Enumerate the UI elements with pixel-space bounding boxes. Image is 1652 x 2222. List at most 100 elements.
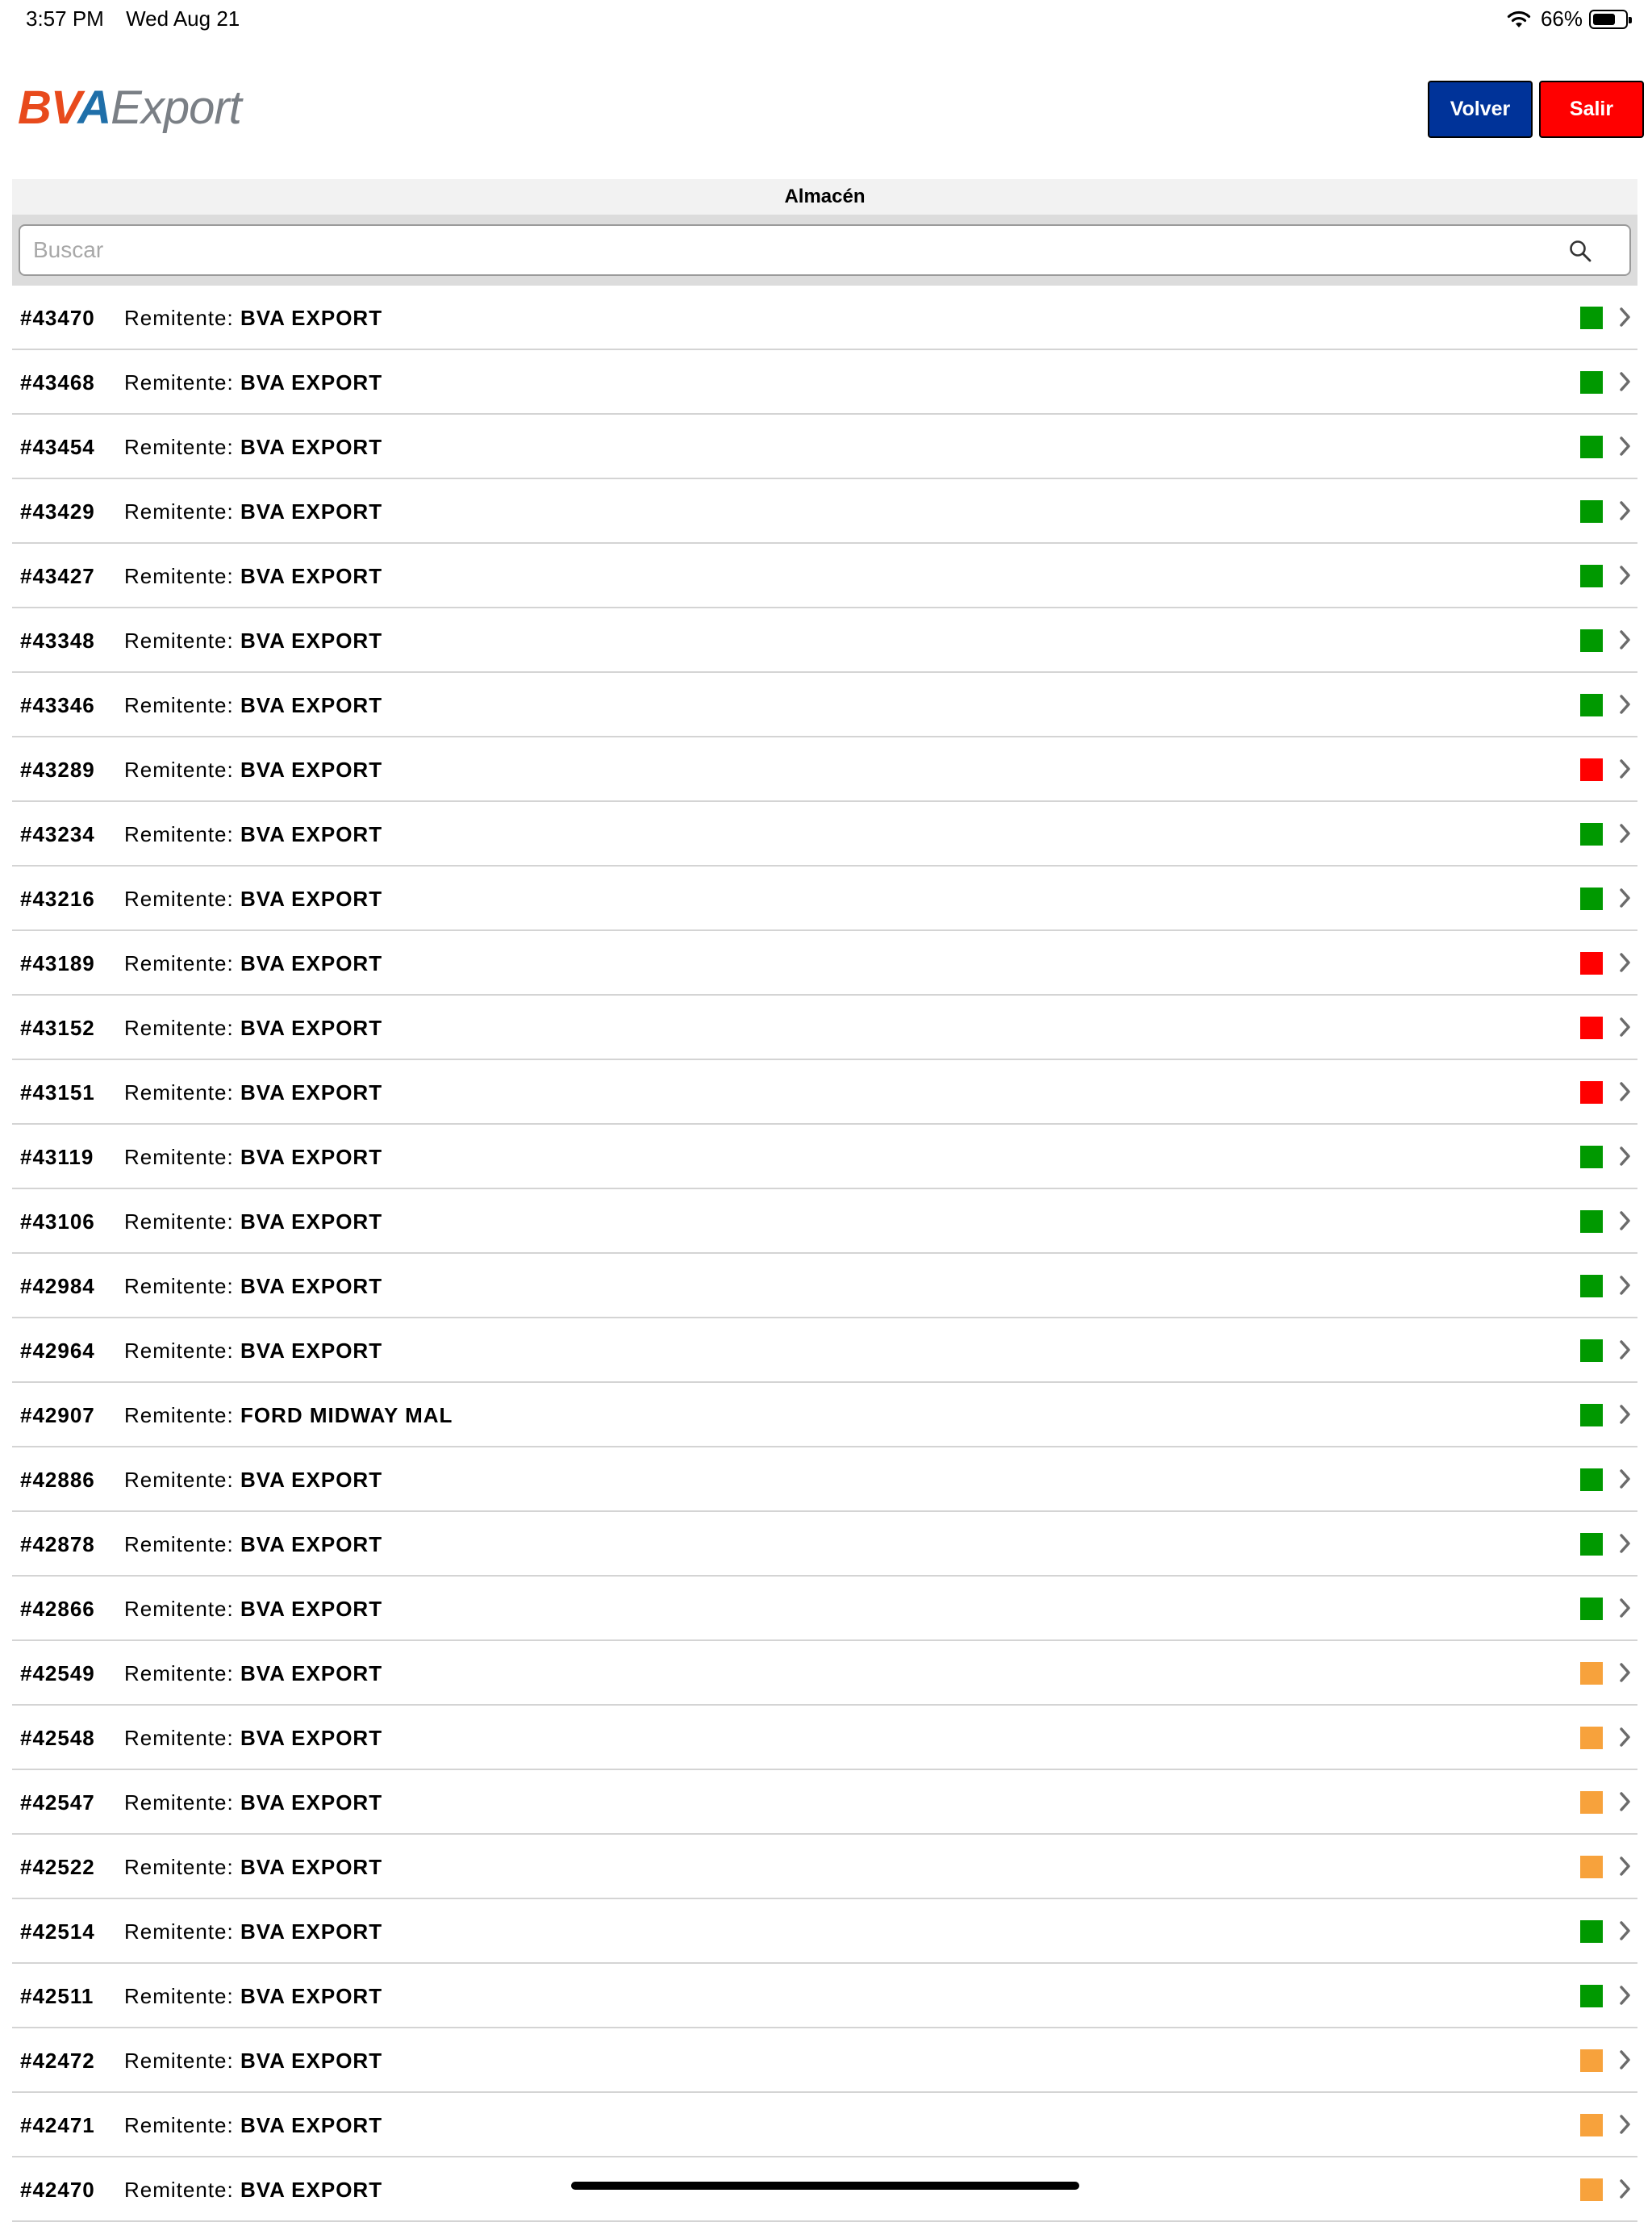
- sender-line: Remitente: BVA EXPORT: [124, 286, 382, 350]
- chevron-right-icon: [1620, 2179, 1630, 2199]
- list-item[interactable]: #42514 Remitente: BVA EXPORT: [12, 1899, 1637, 1964]
- list-item[interactable]: #43189 Remitente: BVA EXPORT: [12, 931, 1637, 996]
- status-indicator: [1580, 565, 1603, 587]
- item-id: #43429: [20, 499, 95, 524]
- item-id: #43289: [20, 758, 95, 782]
- list-item[interactable]: #42511 Remitente: BVA EXPORT: [12, 1964, 1637, 2028]
- sender-label: Remitente:: [124, 1661, 240, 1685]
- list-item[interactable]: #42878 Remitente: BVA EXPORT: [12, 1512, 1637, 1577]
- sender-line: Remitente: BVA EXPORT: [124, 350, 382, 415]
- status-indicator: [1580, 1339, 1603, 1362]
- status-indicator: [1580, 1598, 1603, 1620]
- sender-line: Remitente: BVA EXPORT: [124, 867, 382, 931]
- list-item[interactable]: #42886 Remitente: BVA EXPORT: [12, 1447, 1637, 1512]
- sender-line: Remitente: BVA EXPORT: [124, 1770, 382, 1835]
- list-item[interactable]: #43119 Remitente: BVA EXPORT: [12, 1125, 1637, 1189]
- sender-name: BVA EXPORT: [240, 758, 383, 782]
- status-indicator: [1580, 436, 1603, 458]
- list-item[interactable]: #42866 Remitente: BVA EXPORT: [12, 1577, 1637, 1641]
- chevron-right-icon: [1620, 630, 1630, 649]
- home-indicator[interactable]: [571, 2182, 1079, 2190]
- list-item[interactable]: #42964 Remitente: BVA EXPORT: [12, 1318, 1637, 1383]
- list-item[interactable]: #42470 Remitente: BVA EXPORT: [12, 2157, 1637, 2222]
- chevron-right-icon: [1620, 307, 1630, 327]
- item-id: #43427: [20, 564, 95, 588]
- list-item[interactable]: #42549 Remitente: BVA EXPORT: [12, 1641, 1637, 1706]
- sender-line: Remitente: BVA EXPORT: [124, 1706, 382, 1770]
- item-id: #42470: [20, 2178, 95, 2202]
- list-item[interactable]: #42522 Remitente: BVA EXPORT: [12, 1835, 1637, 1899]
- sender-name: BVA EXPORT: [240, 2049, 383, 2073]
- sender-label: Remitente:: [124, 435, 240, 459]
- list-item[interactable]: #43454 Remitente: BVA EXPORT: [12, 415, 1637, 479]
- list-item[interactable]: #43234 Remitente: BVA EXPORT: [12, 802, 1637, 867]
- list-item[interactable]: #42984 Remitente: BVA EXPORT: [12, 1254, 1637, 1318]
- list-item[interactable]: #42472 Remitente: BVA EXPORT: [12, 2028, 1637, 2093]
- status-indicator: [1580, 1404, 1603, 1426]
- list-item[interactable]: #43348 Remitente: BVA EXPORT: [12, 608, 1637, 673]
- list-item[interactable]: #43470 Remitente: BVA EXPORT: [12, 286, 1637, 350]
- sender-label: Remitente:: [124, 1209, 240, 1234]
- list-item[interactable]: #43152 Remitente: BVA EXPORT: [12, 996, 1637, 1060]
- sender-label: Remitente:: [124, 1274, 240, 1298]
- list-item[interactable]: #43289 Remitente: BVA EXPORT: [12, 737, 1637, 802]
- item-id: #43189: [20, 951, 95, 975]
- item-id: #43346: [20, 693, 95, 717]
- sender-line: Remitente: BVA EXPORT: [124, 1254, 382, 1318]
- status-indicators: 66%: [1505, 6, 1632, 31]
- sender-line: Remitente: BVA EXPORT: [124, 1060, 382, 1125]
- list-item[interactable]: #42548 Remitente: BVA EXPORT: [12, 1706, 1637, 1770]
- sender-line: Remitente: BVA EXPORT: [124, 1835, 382, 1899]
- sender-name: BVA EXPORT: [240, 1080, 383, 1105]
- sender-name: BVA EXPORT: [240, 1532, 383, 1556]
- sender-label: Remitente:: [124, 758, 240, 782]
- bva-export-logo: BVAExport: [18, 81, 242, 134]
- chevron-right-icon: [1620, 1276, 1630, 1295]
- battery-icon: [1589, 9, 1632, 29]
- item-id: #43152: [20, 1016, 95, 1040]
- status-indicator: [1580, 758, 1603, 781]
- sender-name: BVA EXPORT: [240, 822, 383, 846]
- sender-line: Remitente: BVA EXPORT: [124, 996, 382, 1060]
- sender-line: Remitente: BVA EXPORT: [124, 1512, 382, 1577]
- chevron-right-icon: [1620, 1986, 1630, 2005]
- sender-line: Remitente: FORD MIDWAY MAL: [124, 1383, 453, 1447]
- chevron-right-icon: [1620, 759, 1630, 779]
- list-item[interactable]: #43429 Remitente: BVA EXPORT: [12, 479, 1637, 544]
- status-indicator: [1580, 1081, 1603, 1104]
- sender-name: BVA EXPORT: [240, 564, 383, 588]
- sender-label: Remitente:: [124, 370, 240, 395]
- list-item[interactable]: #43151 Remitente: BVA EXPORT: [12, 1060, 1637, 1125]
- list-item[interactable]: #42547 Remitente: BVA EXPORT: [12, 1770, 1637, 1835]
- item-id: #42984: [20, 1274, 95, 1298]
- sender-label: Remitente:: [124, 1855, 240, 1879]
- status-indicator: [1580, 2178, 1603, 2201]
- item-id: #42548: [20, 1726, 95, 1750]
- list-item[interactable]: #43106 Remitente: BVA EXPORT: [12, 1189, 1637, 1254]
- list-item[interactable]: #43427 Remitente: BVA EXPORT: [12, 544, 1637, 608]
- wifi-icon: [1507, 10, 1531, 27]
- back-button[interactable]: Volver: [1428, 81, 1533, 138]
- chevron-right-icon: [1620, 2115, 1630, 2134]
- exit-button[interactable]: Salir: [1539, 81, 1644, 138]
- item-id: #42472: [20, 2049, 95, 2073]
- search-icon[interactable]: [1568, 239, 1592, 263]
- sender-line: Remitente: BVA EXPORT: [124, 931, 382, 996]
- list-item[interactable]: #43468 Remitente: BVA EXPORT: [12, 350, 1637, 415]
- list-item[interactable]: #42907 Remitente: FORD MIDWAY MAL: [12, 1383, 1637, 1447]
- chevron-right-icon: [1620, 1727, 1630, 1747]
- search-input[interactable]: [20, 226, 1629, 274]
- sender-label: Remitente:: [124, 1790, 240, 1815]
- chevron-right-icon: [1620, 953, 1630, 972]
- status-date: Wed Aug 21: [126, 6, 240, 31]
- list-item[interactable]: #43216 Remitente: BVA EXPORT: [12, 867, 1637, 931]
- chevron-right-icon: [1620, 1469, 1630, 1489]
- list-item[interactable]: #43346 Remitente: BVA EXPORT: [12, 673, 1637, 737]
- sender-label: Remitente:: [124, 1468, 240, 1492]
- sender-name: BVA EXPORT: [240, 306, 383, 330]
- sender-name: BVA EXPORT: [240, 693, 383, 717]
- chevron-right-icon: [1620, 824, 1630, 843]
- sender-line: Remitente: BVA EXPORT: [124, 1189, 382, 1254]
- list-item[interactable]: #42471 Remitente: BVA EXPORT: [12, 2093, 1637, 2157]
- status-indicator: [1580, 371, 1603, 394]
